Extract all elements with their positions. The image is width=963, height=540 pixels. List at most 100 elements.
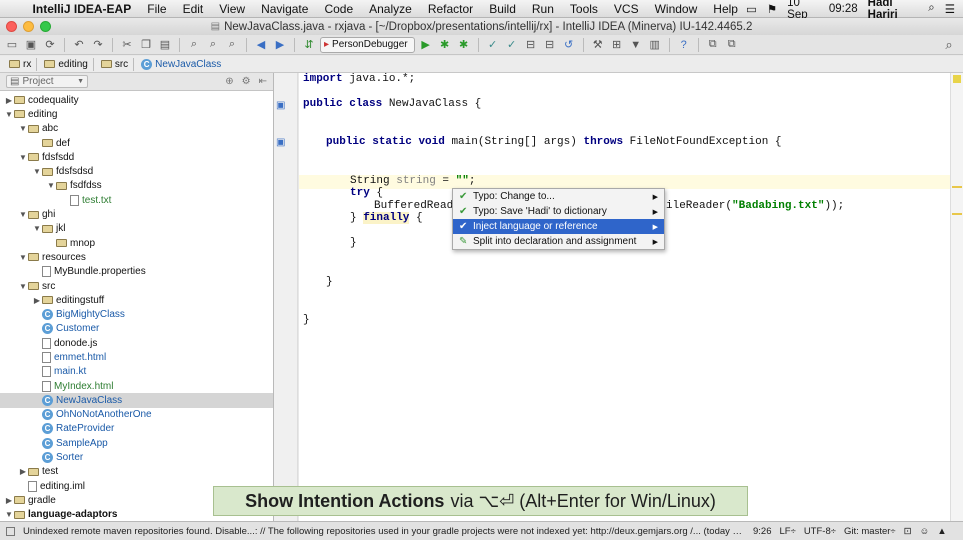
menu-refactor[interactable]: Refactor bbox=[420, 2, 481, 16]
breadcrumb-editing[interactable]: editing bbox=[39, 57, 94, 71]
vcs-history-icon[interactable]: ⊟ bbox=[542, 37, 558, 53]
intention-typo-change[interactable]: ✔ Typo: Change to... ▶ bbox=[453, 189, 664, 204]
menu-navigate[interactable]: Navigate bbox=[253, 2, 316, 16]
chevron-down-icon[interactable]: ▼ bbox=[4, 510, 14, 519]
back-icon[interactable]: ◀ bbox=[253, 37, 269, 53]
intention-inject-language[interactable]: ✔ Inject language or reference ▶ bbox=[453, 219, 664, 234]
sync-icon[interactable]: ⟳ bbox=[42, 37, 58, 53]
menu-edit[interactable]: Edit bbox=[175, 2, 212, 16]
event-log-icon[interactable]: ▲ bbox=[937, 526, 946, 537]
tree-item-jkl[interactable]: ▼ jkl bbox=[0, 222, 273, 236]
menu-run[interactable]: Run bbox=[524, 2, 562, 16]
menu-vcs[interactable]: VCS bbox=[606, 2, 647, 16]
menu-window[interactable]: Window bbox=[647, 2, 706, 16]
chevron-down-icon[interactable]: ▼ bbox=[18, 282, 28, 291]
debug-icon[interactable]: ✱ bbox=[437, 37, 453, 53]
chevron-down-icon[interactable]: ▼ bbox=[18, 253, 28, 262]
chevron-right-icon[interactable]: ▶ bbox=[32, 296, 42, 305]
tree-item-codequality[interactable]: ▶ codequality bbox=[0, 93, 273, 107]
tree-item-editingstuff[interactable]: ▶ editingstuff bbox=[0, 293, 273, 307]
vcs-compare-icon[interactable]: ⊟ bbox=[523, 37, 539, 53]
menu-analyze[interactable]: Analyze bbox=[361, 2, 420, 16]
sdk-manager-icon[interactable]: ▼ bbox=[628, 37, 644, 53]
breadcrumb-newjavaclass[interactable]: C NewJavaClass bbox=[136, 58, 226, 71]
menu-view[interactable]: View bbox=[211, 2, 253, 16]
chevron-down-icon[interactable]: ▼ bbox=[32, 167, 42, 176]
search-everywhere-icon[interactable]: ⌕ bbox=[941, 37, 957, 53]
undo-icon[interactable]: ↶ bbox=[71, 37, 87, 53]
file-encoding[interactable]: UTF-8÷ bbox=[804, 526, 836, 537]
project-view-select[interactable]: ▤ Project ▼ bbox=[6, 75, 88, 88]
make-project-icon[interactable]: ⇵ bbox=[301, 37, 317, 53]
hide-panel-icon[interactable]: ⇤ bbox=[259, 76, 267, 87]
help-icon[interactable]: ? bbox=[676, 37, 692, 53]
tree-item-customer[interactable]: C Customer bbox=[0, 322, 273, 336]
chevron-right-icon[interactable]: ▶ bbox=[4, 96, 14, 105]
tree-item-src[interactable]: ▼ src bbox=[0, 279, 273, 293]
distraction-free-icon[interactable]: ⧉ bbox=[724, 37, 740, 53]
tree-item-sorter[interactable]: C Sorter bbox=[0, 450, 273, 464]
tree-item-fdsfsdsd[interactable]: ▼ fdsfsdsd bbox=[0, 164, 273, 178]
vcs-commit-icon[interactable]: ✓ bbox=[504, 37, 520, 53]
redo-icon[interactable]: ↷ bbox=[90, 37, 106, 53]
intention-typo-save[interactable]: ✔ Typo: Save 'Hadi' to dictionary ▶ bbox=[453, 204, 664, 219]
scroll-from-source-icon[interactable]: ⊕ bbox=[225, 76, 233, 87]
tree-item-main-kt[interactable]: main.kt bbox=[0, 365, 273, 379]
git-branch[interactable]: Git: master÷ bbox=[844, 526, 896, 537]
chevron-down-icon[interactable]: ▼ bbox=[18, 153, 28, 162]
caret-position[interactable]: 9:26 bbox=[753, 526, 772, 537]
inspector-icon[interactable]: ☺ bbox=[920, 526, 930, 537]
menu-help[interactable]: Help bbox=[705, 2, 746, 16]
cut-icon[interactable]: ✂ bbox=[119, 37, 135, 53]
zoom-window-button[interactable] bbox=[40, 21, 51, 32]
vcs-revert-icon[interactable]: ↺ bbox=[561, 37, 577, 53]
spotlight-search-icon[interactable]: ⌕ bbox=[928, 2, 934, 15]
tree-item-sampleapp[interactable]: C SampleApp bbox=[0, 436, 273, 450]
android-icon[interactable]: ▥ bbox=[647, 37, 663, 53]
chevron-down-icon[interactable]: ▼ bbox=[18, 210, 28, 219]
tree-item-ghi[interactable]: ▼ ghi bbox=[0, 207, 273, 221]
minimize-window-button[interactable] bbox=[23, 21, 34, 32]
tree-item-def[interactable]: def bbox=[0, 136, 273, 150]
tree-item-mybundle-properties[interactable]: MyBundle.properties bbox=[0, 265, 273, 279]
tree-item-myindex-html[interactable]: MyIndex.html bbox=[0, 379, 273, 393]
chevron-down-icon[interactable]: ▼ bbox=[4, 110, 14, 119]
error-stripe[interactable] bbox=[950, 73, 963, 521]
lock-icon[interactable]: ⊡ bbox=[904, 526, 912, 537]
breadcrumb-rx[interactable]: rx bbox=[4, 57, 38, 71]
coverage-icon[interactable]: ✱ bbox=[456, 37, 472, 53]
menu-app-name[interactable]: IntelliJ IDEA-EAP bbox=[25, 2, 140, 16]
chevron-down-icon[interactable]: ▼ bbox=[32, 224, 42, 233]
tree-item-abc[interactable]: ▼ abc bbox=[0, 122, 273, 136]
tree-item-rateprovider[interactable]: C RateProvider bbox=[0, 422, 273, 436]
code-editor[interactable]: import java.io.*; public class NewJavaCl… bbox=[299, 73, 950, 521]
open-folder-icon[interactable]: ▭ bbox=[4, 37, 20, 53]
line-separator[interactable]: LF÷ bbox=[780, 526, 796, 537]
tree-item-bigmightyclass[interactable]: C BigMightyClass bbox=[0, 307, 273, 321]
tool-windows-toggle-icon[interactable] bbox=[6, 526, 15, 536]
run-gutter-icon[interactable]: ▣ bbox=[276, 137, 285, 148]
tree-item-donode-js[interactable]: donode.js bbox=[0, 336, 273, 350]
project-structure-icon[interactable]: ⊞ bbox=[609, 37, 625, 53]
intention-split-declaration[interactable]: ✎ Split into declaration and assignment … bbox=[453, 234, 664, 249]
gear-icon[interactable]: ⚙ bbox=[242, 76, 251, 87]
chevron-down-icon[interactable]: ▼ bbox=[18, 124, 28, 133]
copy-icon[interactable]: ❐ bbox=[138, 37, 154, 53]
warning-mark[interactable] bbox=[952, 213, 962, 215]
presentation-mode-icon[interactable]: ⧉ bbox=[705, 37, 721, 53]
warning-mark[interactable] bbox=[952, 186, 962, 188]
close-window-button[interactable] bbox=[6, 21, 17, 32]
replace-icon[interactable]: ⌕ bbox=[205, 37, 221, 53]
class-gutter-icon[interactable]: ▣ bbox=[276, 100, 285, 111]
tree-item-mnop[interactable]: mnop bbox=[0, 236, 273, 250]
menu-code[interactable]: Code bbox=[316, 2, 361, 16]
tree-item-newjavaclass[interactable]: C NewJavaClass bbox=[0, 393, 273, 408]
forward-icon[interactable]: ▶ bbox=[272, 37, 288, 53]
run-configuration-select[interactable]: ▸ PersonDebugger bbox=[320, 36, 415, 53]
inspection-status-icon[interactable] bbox=[953, 75, 961, 83]
menu-tools[interactable]: Tools bbox=[562, 2, 606, 16]
menu-file[interactable]: File bbox=[139, 2, 174, 16]
tree-item-editing[interactable]: ▼ editing bbox=[0, 107, 273, 121]
tree-item-test[interactable]: ▶ test bbox=[0, 465, 273, 479]
tree-item-test-txt[interactable]: test.txt bbox=[0, 193, 273, 207]
